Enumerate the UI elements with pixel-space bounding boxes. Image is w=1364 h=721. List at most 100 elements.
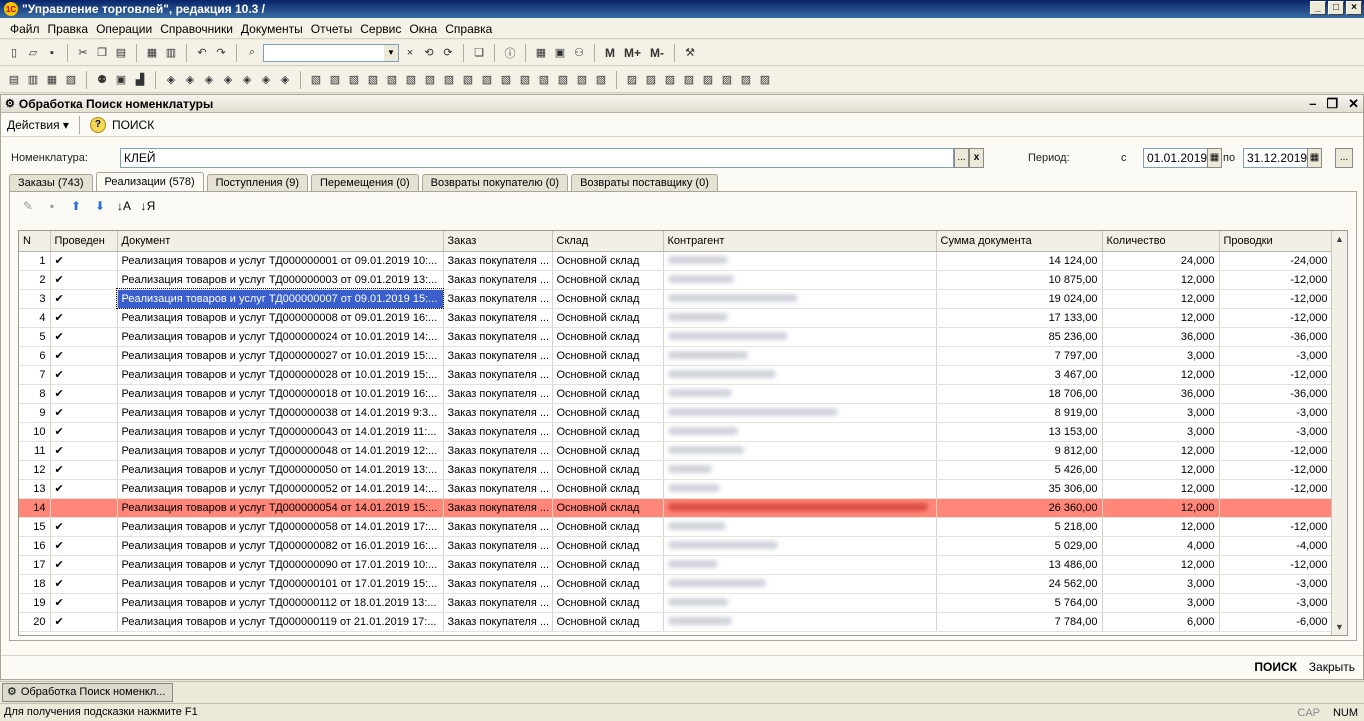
report-8-icon[interactable]: ▨ xyxy=(757,72,773,88)
table-row[interactable]: 15 ✔ Реализация товаров и услуг ТД00000005… xyxy=(19,517,1333,537)
col-document[interactable]: Документ xyxy=(117,231,444,252)
col-counterparty[interactable]: Контрагент xyxy=(663,231,937,252)
search-action-button[interactable]: ПОИСК xyxy=(112,118,154,132)
menu-documents[interactable]: Документы xyxy=(237,22,307,36)
sort-ascending-icon[interactable]: ↓A xyxy=(116,198,132,214)
table-row[interactable]: 5 ✔ Реализация товаров и услуг ТД000000024… xyxy=(19,327,1333,347)
tab-orders[interactable]: Заказы (743) xyxy=(9,174,93,192)
table-row[interactable]: 19 ✔ Реализация товаров и услуг ТД00000011… xyxy=(19,593,1333,613)
doc-4-icon[interactable]: ▧ xyxy=(365,72,381,88)
order-icon[interactable]: ◈ xyxy=(163,72,179,88)
doc-10-icon[interactable]: ▧ xyxy=(479,72,495,88)
print-preview-icon[interactable]: ▥ xyxy=(163,45,179,61)
tab-sales[interactable]: Реализации (578) xyxy=(95,172,204,192)
structure-icon[interactable]: ▣ xyxy=(113,72,129,88)
save-icon[interactable]: ▪ xyxy=(44,198,60,214)
print-icon[interactable]: ▦ xyxy=(144,45,160,61)
scroll-down-icon[interactable]: ▼ xyxy=(1332,619,1347,635)
taskbar-item[interactable]: ⚙ Обработка Поиск номенкл... xyxy=(2,683,173,702)
find-next-icon[interactable]: ⟲ xyxy=(421,45,437,61)
report-5-icon[interactable]: ▨ xyxy=(700,72,716,88)
col-entries[interactable]: Проводки xyxy=(1219,231,1333,252)
scroll-up-icon[interactable]: ▲ xyxy=(1332,231,1347,247)
close-form-button[interactable]: Закрыть xyxy=(1309,660,1355,674)
doc-16-icon[interactable]: ▧ xyxy=(593,72,609,88)
col-quantity[interactable]: Количество xyxy=(1102,231,1220,252)
table-row[interactable]: 17 ✔ Реализация товаров и услуг ТД00000009… xyxy=(19,555,1333,575)
report-1-icon[interactable]: ▨ xyxy=(624,72,640,88)
find-previous-icon[interactable]: ⟳ xyxy=(440,45,456,61)
help-icon[interactable]: ? xyxy=(89,116,106,133)
col-posted[interactable]: Проведен xyxy=(50,231,118,252)
table-scrollbar[interactable]: ▲ ▼ xyxy=(1331,231,1347,635)
menu-reports[interactable]: Отчеты xyxy=(307,22,356,36)
nomenclature-select-button[interactable]: ... xyxy=(954,148,969,168)
report-3-icon[interactable]: ▨ xyxy=(662,72,678,88)
chart-icon[interactable]: ▟ xyxy=(132,72,148,88)
table-row[interactable]: 8 ✔ Реализация товаров и услуг ТД000000018… xyxy=(19,384,1333,404)
memory-minus-button[interactable]: M- xyxy=(647,46,667,60)
doc-6-icon[interactable]: ▧ xyxy=(403,72,419,88)
new-doc-icon[interactable]: ▯ xyxy=(6,45,22,61)
calendar-icon[interactable]: ▦ xyxy=(1307,148,1322,168)
doc-5-icon[interactable]: ▧ xyxy=(384,72,400,88)
search-button[interactable]: ПОИСК xyxy=(1254,660,1297,674)
edit-icon[interactable]: ✎ xyxy=(20,198,36,214)
menu-edit[interactable]: Правка xyxy=(44,22,93,36)
save-icon[interactable]: ▪ xyxy=(44,45,60,61)
doc-7-icon[interactable]: ▧ xyxy=(422,72,438,88)
goods-sale-icon[interactable]: ◈ xyxy=(258,72,274,88)
memory-button[interactable]: M xyxy=(602,46,618,60)
doc-1-icon[interactable]: ▧ xyxy=(308,72,324,88)
period-from-input[interactable]: 01.01.2019 xyxy=(1143,148,1209,168)
employees-icon[interactable]: ⚉ xyxy=(94,72,110,88)
table-row[interactable]: 9 ✔ Реализация товаров и услуг ТД000000038… xyxy=(19,403,1333,423)
users-icon[interactable]: ⚇ xyxy=(571,45,587,61)
reserve-icon[interactable]: ◈ xyxy=(220,72,236,88)
move-down-icon[interactable]: ⬇ xyxy=(92,198,108,214)
doc-9-icon[interactable]: ▧ xyxy=(460,72,476,88)
period-to-input[interactable]: 31.12.2019 xyxy=(1243,148,1309,168)
table-row[interactable]: 10 ✔ Реализация товаров и услуг ТД00000004… xyxy=(19,422,1333,442)
menu-help[interactable]: Справка xyxy=(441,22,496,36)
toolbar-search-input[interactable]: ▼ xyxy=(263,43,399,62)
table-row[interactable]: 2 ✔ Реализация товаров и услуг ТД000000003… xyxy=(19,270,1333,290)
doc-2-icon[interactable]: ▧ xyxy=(327,72,343,88)
calendar-icon[interactable]: ▦ xyxy=(1207,148,1222,168)
journal-icon[interactable]: ▤ xyxy=(6,72,22,88)
doc-14-icon[interactable]: ▧ xyxy=(555,72,571,88)
window-close-button[interactable]: ✕ xyxy=(1348,96,1359,112)
maximize-button[interactable]: □ xyxy=(1328,1,1344,15)
table-row[interactable]: 3 ✔ Реализация товаров и услуг ТД000000007… xyxy=(19,288,1333,309)
open-folder-icon[interactable]: ▱ xyxy=(25,45,41,61)
info-icon[interactable]: ⓘ xyxy=(502,45,518,61)
doc-15-icon[interactable]: ▧ xyxy=(574,72,590,88)
col-order[interactable]: Заказ xyxy=(443,231,553,252)
menu-operations[interactable]: Операции xyxy=(92,22,156,36)
menu-catalogs[interactable]: Справочники xyxy=(156,22,237,36)
minimize-button[interactable]: _ xyxy=(1310,1,1326,15)
tab-transfers[interactable]: Перемещения (0) xyxy=(311,174,419,192)
doc-11-icon[interactable]: ▧ xyxy=(498,72,514,88)
table-row[interactable]: 6 ✔ Реализация товаров и услуг ТД000000027… xyxy=(19,346,1333,366)
clear-search-icon[interactable]: × xyxy=(402,45,418,61)
col-warehouse[interactable]: Склад xyxy=(552,231,664,252)
tab-receipts[interactable]: Поступления (9) xyxy=(206,174,308,192)
order-customer-icon[interactable]: ◈ xyxy=(201,72,217,88)
printer-icon[interactable]: ▥ xyxy=(25,72,41,88)
doc-8-icon[interactable]: ▧ xyxy=(441,72,457,88)
doc-3-icon[interactable]: ▧ xyxy=(346,72,362,88)
report-2-icon[interactable]: ▨ xyxy=(643,72,659,88)
period-select-button[interactable]: ... xyxy=(1335,148,1353,168)
table-row[interactable]: 1 ✔ Реализация товаров и услуг ТД000000001… xyxy=(19,251,1333,271)
table-row[interactable]: 20 ✔ Реализация товаров и услуг ТД00000011… xyxy=(19,612,1333,632)
table-row[interactable]: 13 ✔ Реализация товаров и услуг ТД00000005… xyxy=(19,479,1333,499)
report-7-icon[interactable]: ▨ xyxy=(738,72,754,88)
report-6-icon[interactable]: ▨ xyxy=(719,72,735,88)
cash-register-icon[interactable]: ▧ xyxy=(63,72,79,88)
paste-icon[interactable]: ▤ xyxy=(113,45,129,61)
window-restore-button[interactable]: ❐ xyxy=(1326,96,1338,112)
col-document-sum[interactable]: Сумма документа xyxy=(936,231,1103,252)
nomenclature-clear-button[interactable]: x xyxy=(969,148,984,168)
register-icon[interactable]: ▦ xyxy=(44,72,60,88)
